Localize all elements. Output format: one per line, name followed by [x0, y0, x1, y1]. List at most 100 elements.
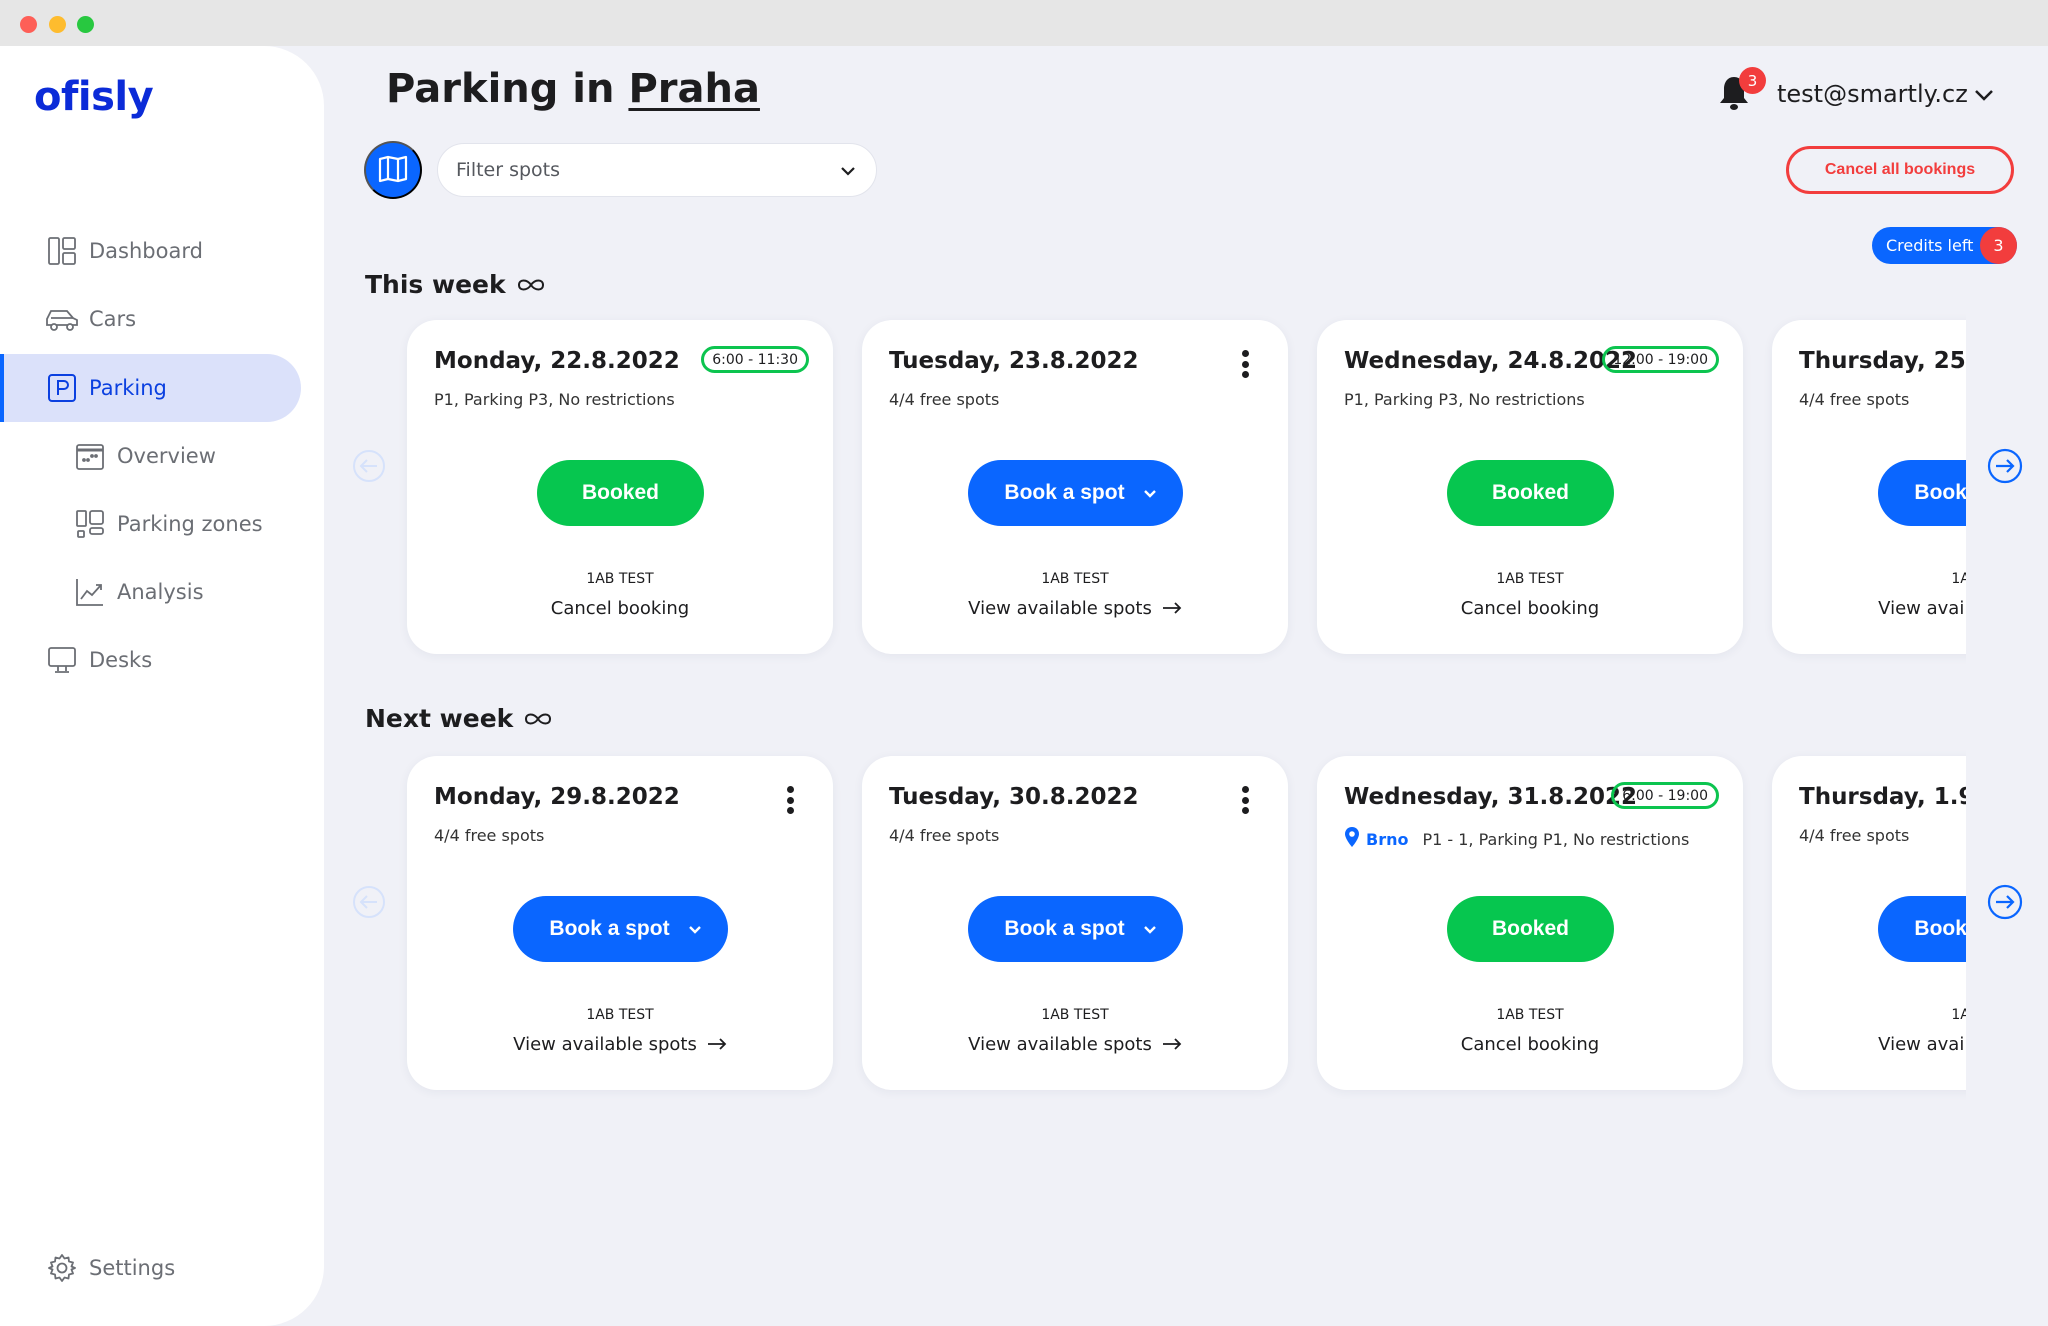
carousel-prev-button[interactable]	[352, 449, 386, 483]
chevron-down-icon[interactable]	[1974, 86, 1994, 105]
more-options-button[interactable]	[785, 786, 795, 814]
user-menu[interactable]: test@smartly.cz	[1777, 80, 1968, 108]
kebab-dot	[786, 796, 794, 804]
license-plate: 1AB TEST	[1496, 1007, 1564, 1023]
sidebar-item-label: Analysis	[117, 580, 204, 604]
book-spot-button[interactable]: Book a spot	[1878, 896, 1966, 962]
window-close-button[interactable]	[20, 16, 37, 33]
booked-button[interactable]: Booked	[1447, 460, 1614, 526]
book-spot-button[interactable]: Book a spot	[968, 896, 1183, 962]
sidebar-item-label: Parking	[89, 376, 167, 400]
carousel-prev-button[interactable]	[352, 885, 386, 919]
day-detail-text: P1, Parking P3, No restrictions	[1344, 390, 1585, 409]
carousel-next-button[interactable]	[1987, 884, 2023, 920]
window-maximize-button[interactable]	[77, 16, 94, 33]
zones-icon	[73, 507, 107, 541]
booking-time-badge: 12:00 - 19:00	[1602, 346, 1719, 373]
booked-button[interactable]: Booked	[537, 460, 704, 526]
day-details: 4/4 free spots	[889, 826, 999, 845]
day-date: Wednesday, 24.8.2022	[1344, 348, 1638, 374]
view-available-spots-link[interactable]: View available spots	[862, 1034, 1288, 1055]
parking-icon	[45, 371, 79, 405]
cancel-booking-link[interactable]: Cancel booking	[407, 598, 833, 619]
arrow-right-icon	[1162, 1034, 1182, 1055]
sidebar-item-overview[interactable]: Overview	[0, 422, 301, 490]
day-card: Tuesday, 23.8.2022 4/4 free spots Book a s…	[862, 320, 1288, 654]
view-available-spots-link[interactable]: View available spots	[1772, 1034, 1966, 1055]
view-available-spots-label: View available spots	[968, 1034, 1152, 1055]
cancel-all-bookings-button[interactable]: Cancel all bookings	[1786, 146, 2014, 194]
day-detail-text: 4/4 free spots	[1799, 826, 1910, 845]
sidebar-item-label: Overview	[117, 444, 216, 468]
week-heading: This week	[365, 270, 546, 299]
kebab-dot	[1241, 807, 1249, 814]
day-card: Tuesday, 30.8.2022 4/4 free spots Book a s…	[862, 756, 1288, 1090]
sidebar-item-label: Parking zones	[117, 512, 263, 536]
day-date: Tuesday, 23.8.2022	[889, 348, 1139, 374]
filter-spots-select[interactable]: Filter spots	[437, 143, 877, 197]
sidebar-item-label: Dashboard	[89, 239, 203, 263]
day-date: Tuesday, 30.8.2022	[889, 784, 1139, 810]
map-view-button[interactable]	[364, 141, 422, 199]
sidebar-item-settings[interactable]: Settings	[0, 1234, 301, 1302]
notifications-badge: 3	[1739, 67, 1766, 94]
kebab-dot	[1241, 786, 1249, 793]
infinity-icon	[523, 704, 553, 733]
credits-count: 3	[1980, 227, 2017, 264]
location-label[interactable]: Brno	[1366, 830, 1408, 849]
license-plate: 1AB TEST	[1951, 1007, 1966, 1023]
window-minimize-button[interactable]	[49, 16, 66, 33]
carousel-next-button[interactable]	[1987, 448, 2023, 484]
sidebar-item-analysis[interactable]: Analysis	[0, 558, 301, 626]
sidebar-item-parking-zones[interactable]: Parking zones	[0, 490, 301, 558]
chevron-down-icon	[688, 925, 702, 934]
view-available-spots-link[interactable]: View available spots	[862, 598, 1288, 619]
view-available-spots-label: View available spots	[1878, 1034, 1966, 1055]
kebab-dot	[1241, 371, 1249, 378]
cancel-booking-link[interactable]: Cancel booking	[1317, 1034, 1743, 1055]
more-options-button[interactable]	[1240, 350, 1250, 378]
day-card: Thursday, 25.8.2022 4/4 free spots Book a …	[1772, 320, 1966, 654]
sidebar-item-cars[interactable]: Cars	[0, 285, 301, 353]
day-card: Wednesday, 24.8.2022 12:00 - 19:00 P1, Par…	[1317, 320, 1743, 654]
days-carousel: Monday, 29.8.2022 4/4 free spots Book a sp…	[395, 744, 1966, 1104]
arrow-left-circle-icon	[352, 886, 386, 923]
book-spot-label: Book a spot	[1004, 481, 1125, 504]
booking-time-badge: 6:00 - 11:30	[701, 346, 809, 373]
sidebar-item-label: Cars	[89, 307, 137, 331]
days-carousel: Monday, 22.8.2022 6:00 - 11:30 P1, Parking…	[395, 308, 1966, 668]
kebab-dot	[1241, 796, 1249, 804]
day-detail-text: 4/4 free spots	[1799, 390, 1910, 409]
kebab-dot	[1241, 350, 1249, 357]
window-titlebar	[0, 0, 2048, 46]
day-details: 4/4 free spots	[889, 390, 999, 409]
view-available-spots-label: View available spots	[513, 1034, 697, 1055]
chart-icon	[73, 575, 107, 609]
view-available-spots-link[interactable]: View available spots	[407, 1034, 833, 1055]
city-selector-link[interactable]: Praha	[628, 66, 760, 112]
logo[interactable]: ofisly	[34, 74, 154, 120]
booked-button[interactable]: Booked	[1447, 896, 1614, 962]
license-plate: 1AB TEST	[586, 1007, 654, 1023]
arrow-right-circle-icon	[1987, 884, 2023, 924]
sidebar-item-dashboard[interactable]: Dashboard	[0, 217, 301, 285]
day-date: Thursday, 1.9.2022	[1799, 784, 1966, 810]
filter-spots-placeholder: Filter spots	[456, 159, 561, 181]
cancel-booking-link[interactable]: Cancel booking	[1317, 598, 1743, 619]
view-available-spots-link[interactable]: View available spots	[1772, 598, 1966, 619]
day-date: Wednesday, 31.8.2022	[1344, 784, 1638, 810]
bell-icon	[1718, 77, 1750, 116]
book-spot-label: Book a spot	[1914, 481, 1966, 504]
sidebar-item-parking[interactable]: Parking	[0, 354, 301, 422]
sidebar-item-desks[interactable]: Desks	[0, 626, 301, 694]
sidebar-item-label: Settings	[89, 1256, 176, 1280]
more-options-button[interactable]	[1240, 786, 1250, 814]
day-detail-text: P1, Parking P3, No restrictions	[434, 390, 675, 409]
book-spot-button[interactable]: Book a spot	[1878, 460, 1966, 526]
week-heading-label: Next week	[365, 704, 514, 733]
book-spot-button[interactable]: Book a spot	[513, 896, 728, 962]
credits-left-label: Credits left	[1886, 236, 1974, 255]
chevron-down-icon	[840, 159, 856, 181]
day-card: Thursday, 1.9.2022 4/4 free spots Book a s…	[1772, 756, 1966, 1090]
book-spot-button[interactable]: Book a spot	[968, 460, 1183, 526]
